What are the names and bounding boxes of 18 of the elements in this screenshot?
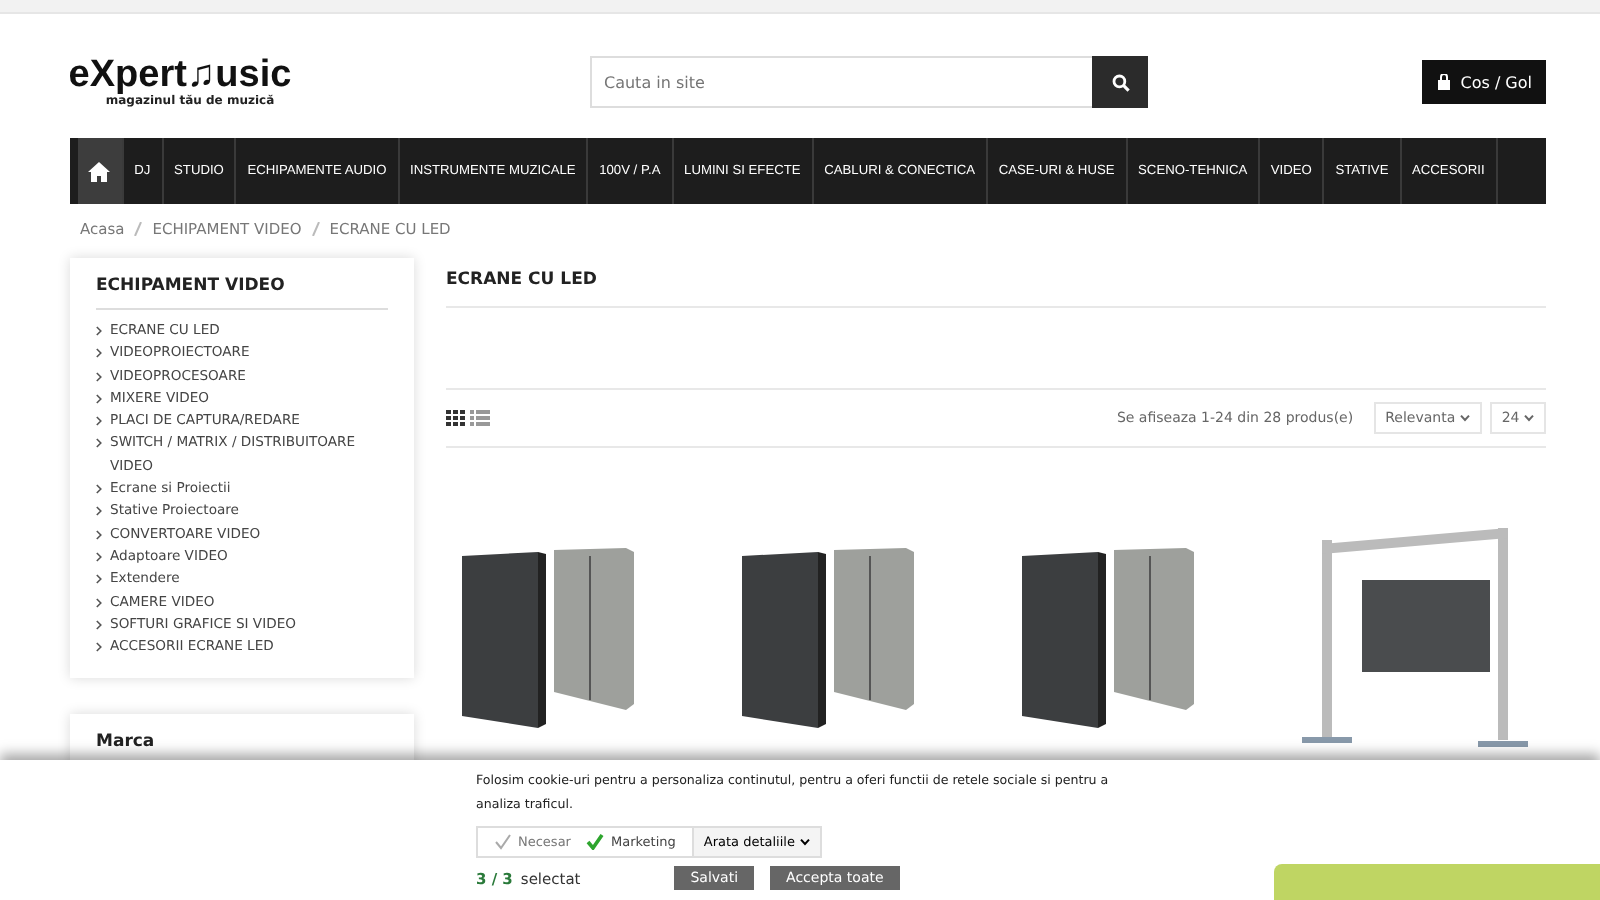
chevron-right-icon [96, 326, 102, 336]
chevron-down-icon [1524, 414, 1534, 422]
home-tab[interactable] [78, 138, 124, 204]
page-title: ECRANE CU LED [446, 258, 1546, 308]
grid-view-button[interactable] [446, 410, 466, 426]
slash-icon [134, 222, 143, 236]
slash-icon [311, 222, 320, 236]
chevron-right-icon [96, 642, 102, 653]
cart-button[interactable]: Cos / Gol [1422, 60, 1546, 104]
home-icon [88, 161, 111, 181]
chevron-down-icon [1459, 414, 1470, 422]
chevron-right-icon [96, 348, 102, 359]
chevron-right-icon [96, 574, 102, 585]
card-title: ECHIPAMENT VIDEO [96, 276, 388, 310]
chevron-down-icon [800, 838, 811, 846]
search-icon [1111, 73, 1129, 91]
search-button[interactable] [1092, 56, 1148, 108]
card-title: Marca [96, 732, 157, 757]
